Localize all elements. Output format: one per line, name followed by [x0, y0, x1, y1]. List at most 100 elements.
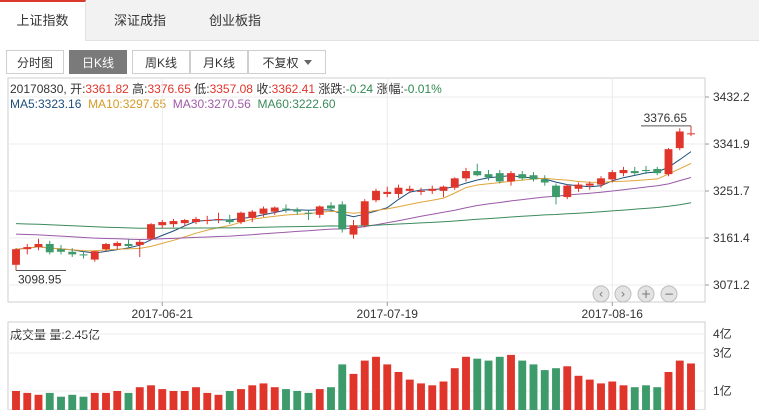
volume-bar [372, 356, 380, 410]
volume-bar [473, 358, 482, 410]
volume-bar [563, 366, 572, 410]
volume-bar [270, 387, 279, 410]
candle-body [270, 207, 279, 212]
volume-bar [113, 391, 122, 410]
candle-body [293, 209, 302, 212]
candle-body [102, 243, 110, 250]
x-tick-label: 2017-06-21 [132, 307, 194, 321]
candle-body [34, 243, 43, 248]
candle-body [630, 171, 639, 174]
candle-body [687, 133, 695, 135]
candle [147, 223, 155, 240]
volume-bar [507, 354, 515, 410]
volume-bar [518, 360, 527, 410]
candle-body [304, 212, 313, 214]
volume-bar [315, 389, 324, 410]
min-annotation: 3098.95 [18, 273, 62, 287]
volume-bar [304, 392, 313, 410]
volume-bar [225, 391, 234, 410]
volume-bar [34, 394, 43, 410]
volume-tick-label: 3亿 [713, 345, 732, 360]
candle [529, 172, 538, 182]
candle-body [642, 170, 650, 172]
candle [417, 187, 425, 196]
candle-body [619, 170, 628, 174]
volume-bar [169, 391, 178, 410]
candle-body [158, 222, 167, 226]
candle-body [360, 201, 369, 226]
zoom-in-icon: + [641, 287, 651, 301]
volume-bar [147, 385, 155, 410]
scroll-right-button[interactable]: › [614, 285, 632, 303]
candle [192, 216, 200, 225]
candle [338, 201, 347, 233]
candle [203, 215, 212, 225]
candle [23, 243, 32, 255]
candle-body [23, 247, 32, 250]
volume-bar [383, 364, 392, 410]
candle [45, 240, 54, 255]
candle-body [450, 178, 459, 188]
candle-body [439, 186, 448, 191]
volume-bar [57, 396, 65, 410]
candle [619, 166, 628, 177]
candle-body [90, 251, 99, 260]
zoom-in-button[interactable]: + [637, 285, 655, 303]
candle [282, 204, 290, 213]
volume-bar [124, 392, 133, 410]
volume-bar [417, 383, 425, 410]
candle [540, 175, 549, 186]
candle-body [327, 205, 335, 209]
volume-bar [248, 385, 257, 410]
candle-body [484, 174, 493, 178]
candle-body [338, 204, 347, 230]
volume-bar [439, 381, 448, 410]
candle-body [518, 174, 527, 179]
candle-body [529, 175, 538, 180]
candle [664, 148, 673, 177]
candle-body [473, 171, 482, 176]
y-tick-label: 3251.7 [713, 184, 750, 198]
candle [630, 166, 639, 176]
candle [450, 177, 459, 190]
candle-body [540, 179, 549, 183]
candle [574, 182, 583, 192]
price-panel-frame [7, 77, 706, 303]
candle-body [248, 211, 257, 218]
candle [484, 170, 493, 181]
candle [169, 218, 178, 228]
candle [214, 212, 223, 224]
candle-body [507, 173, 515, 182]
candle-body [282, 208, 290, 210]
volume-bar [552, 368, 560, 410]
candle-body [563, 185, 572, 198]
y-tick-label: 3432.2 [713, 90, 750, 104]
volume-bar [675, 360, 684, 410]
volume-bar [574, 375, 583, 410]
candle-body [462, 171, 470, 179]
candle-body [124, 243, 133, 247]
candle [507, 171, 515, 186]
volume-bar [664, 372, 673, 410]
y-tick-label: 3161.4 [713, 231, 750, 245]
scroll-left-button[interactable]: ‹ [592, 285, 610, 303]
volume-bar [23, 392, 32, 410]
candle-body [664, 149, 673, 175]
candle [113, 241, 122, 250]
volume-bar [630, 387, 639, 410]
candle-body [349, 225, 358, 235]
zoom-out-button[interactable]: − [660, 285, 678, 303]
candle [462, 167, 470, 182]
scroll-right-icon: › [621, 287, 626, 301]
candle-body [180, 220, 189, 224]
volume-bar [608, 381, 617, 410]
volume-bar [484, 360, 493, 410]
volume-bar [394, 372, 403, 410]
candle-body [203, 220, 212, 222]
candle-body [169, 221, 178, 225]
y-tick-label: 3341.9 [713, 137, 750, 151]
candle [360, 199, 369, 228]
candle [608, 170, 617, 183]
volume-bar [192, 387, 200, 410]
candle-body [405, 188, 414, 191]
